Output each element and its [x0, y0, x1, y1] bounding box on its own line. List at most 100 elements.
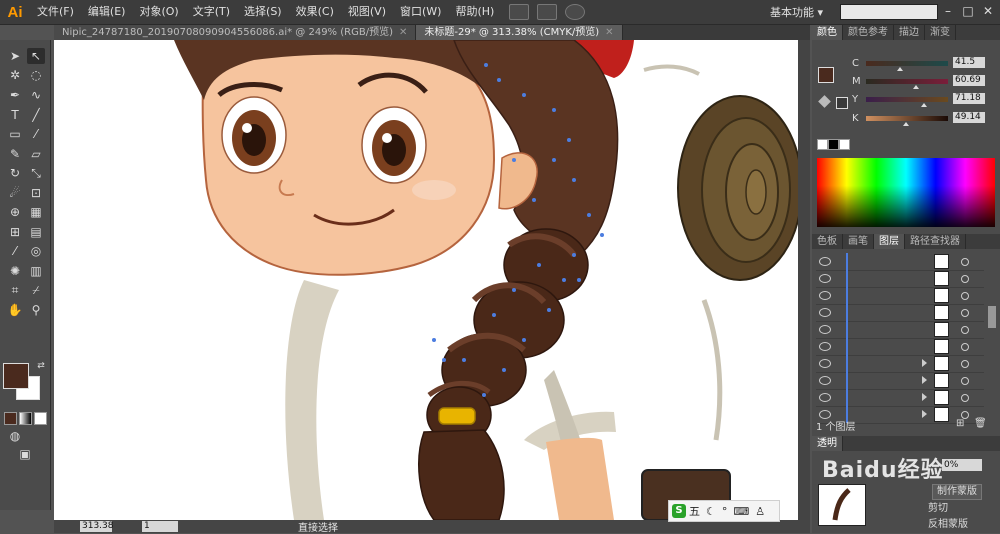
perspective-grid-tool-icon[interactable]: ▦ — [27, 204, 45, 220]
invert-mask-checkbox[interactable]: 反相蒙版 — [924, 518, 972, 532]
slice-tool-icon[interactable]: ⌿ — [27, 282, 45, 298]
tab-color-guide[interactable]: 颜色参考 — [843, 25, 894, 40]
clip-checkbox[interactable]: 剪切 — [924, 502, 952, 516]
tab-brushes[interactable]: 画笔 — [843, 234, 874, 249]
slider-value[interactable]: 71.18 — [953, 93, 985, 104]
tab-pathfinder[interactable]: 路径查找器 — [905, 234, 966, 249]
target-icon[interactable] — [961, 343, 969, 351]
web-safe-swatch[interactable] — [836, 97, 848, 109]
menu-type[interactable]: 文字(T) — [186, 0, 237, 24]
none-swatch[interactable] — [817, 139, 828, 150]
expand-arrow-icon[interactable] — [922, 359, 927, 367]
slider-knob[interactable] — [897, 67, 904, 71]
arrange-documents-icon[interactable] — [537, 4, 558, 20]
minimize-icon[interactable]: – — [940, 3, 956, 19]
tab-transparency[interactable]: 透明 — [812, 436, 843, 451]
artboard-tool-icon[interactable]: ⌗ — [6, 282, 24, 298]
magenta-slider[interactable]: M 60.69 — [852, 75, 997, 89]
document-tab-nipic[interactable]: Nipic_24787180_20190708090904556086.ai* … — [54, 25, 417, 40]
target-icon[interactable] — [961, 326, 969, 334]
layer-row[interactable] — [816, 304, 984, 322]
slider-value[interactable]: 41.5 — [953, 57, 985, 68]
visibility-eye-icon[interactable] — [819, 342, 831, 351]
visibility-eye-icon[interactable] — [819, 376, 831, 385]
current-color-swatch[interactable] — [818, 67, 834, 83]
curvature-tool-icon[interactable]: ∿ — [27, 87, 45, 103]
menu-window[interactable]: 窗口(W) — [393, 0, 448, 24]
opacity-field[interactable]: 0% — [942, 459, 982, 471]
workspace-switcher[interactable]: 基本功能 ▾ — [770, 4, 823, 20]
menu-effect[interactable]: 效果(C) — [289, 0, 341, 24]
maximize-icon[interactable]: □ — [960, 3, 976, 19]
visibility-eye-icon[interactable] — [819, 325, 831, 334]
line-tool-icon[interactable]: ╱ — [27, 107, 45, 123]
artboard-number-field[interactable]: 1 — [142, 521, 178, 532]
hand-tool-icon[interactable]: ✋ — [6, 302, 24, 318]
visibility-eye-icon[interactable] — [819, 308, 831, 317]
color-spectrum[interactable] — [817, 158, 995, 227]
expand-arrow-icon[interactable] — [922, 410, 927, 418]
rotate-tool-icon[interactable]: ↻ — [6, 165, 24, 181]
tab-color[interactable]: 颜色 — [812, 25, 843, 40]
type-tool-icon[interactable]: T — [6, 107, 24, 123]
document-tab-untitled[interactable]: 未标题-29* @ 313.38% (CMYK/预览) ✕ — [416, 25, 623, 40]
visibility-eye-icon[interactable] — [819, 291, 831, 300]
slider-track[interactable] — [866, 79, 948, 84]
symbol-sprayer-tool-icon[interactable]: ✺ — [6, 263, 24, 279]
close-tab-icon[interactable]: ✕ — [605, 27, 613, 38]
ime-user-icon[interactable]: ♙ — [755, 505, 765, 518]
mask-preview-thumbnail[interactable] — [818, 484, 866, 526]
shape-builder-tool-icon[interactable]: ⊕ — [6, 204, 24, 220]
zoom-tool-icon[interactable]: ⚲ — [27, 302, 45, 318]
layer-row[interactable] — [816, 287, 984, 305]
visibility-eye-icon[interactable] — [819, 257, 831, 266]
ime-punct-icon[interactable]: ° — [722, 505, 728, 518]
gradient-tool-icon[interactable]: ▤ — [27, 224, 45, 240]
close-icon[interactable]: ✕ — [980, 3, 996, 19]
mesh-tool-icon[interactable]: ⊞ — [6, 224, 24, 240]
none-mode-icon[interactable] — [34, 412, 47, 425]
target-icon[interactable] — [961, 377, 969, 385]
layer-row[interactable] — [816, 338, 984, 356]
slider-knob[interactable] — [903, 122, 910, 126]
pencil-tool-icon[interactable]: ✎ — [6, 146, 24, 162]
eraser-tool-icon[interactable]: ▱ — [27, 146, 45, 162]
slider-knob[interactable] — [921, 103, 928, 107]
menu-file[interactable]: 文件(F) — [30, 0, 81, 24]
magic-wand-tool-icon[interactable]: ✲ — [6, 67, 24, 83]
scale-tool-icon[interactable]: ⤡ — [27, 165, 45, 181]
layer-row[interactable] — [816, 389, 984, 407]
color-mode-icon[interactable] — [4, 412, 17, 425]
cyan-slider[interactable]: C 41.5 — [852, 57, 997, 71]
ime-keyboard-icon[interactable]: ⌨ — [733, 505, 749, 518]
search-input[interactable] — [840, 4, 938, 20]
drawing-modes-icon[interactable]: ◍ — [6, 428, 24, 444]
expand-arrow-icon[interactable] — [922, 376, 927, 384]
direct-selection-tool-icon[interactable]: ↖ — [27, 48, 45, 64]
black-slider[interactable]: K 49.14 — [852, 112, 997, 126]
artboard-canvas[interactable] — [54, 40, 810, 520]
yellow-slider[interactable]: Y 71.18 — [852, 93, 997, 107]
layers-scrollbar[interactable] — [988, 306, 996, 328]
target-icon[interactable] — [961, 360, 969, 368]
layer-row[interactable] — [816, 355, 984, 373]
layer-row[interactable] — [816, 270, 984, 288]
black-swatch[interactable] — [828, 139, 839, 150]
new-layer-icon[interactable]: ⊞ — [956, 418, 964, 429]
column-graph-tool-icon[interactable]: ▥ — [27, 263, 45, 279]
warp-tool-icon[interactable]: ☄ — [6, 185, 24, 201]
slider-track[interactable] — [866, 97, 948, 102]
menu-edit[interactable]: 编辑(E) — [81, 0, 133, 24]
fill-swatch[interactable] — [3, 363, 29, 389]
slider-track[interactable] — [866, 61, 948, 66]
expand-arrow-icon[interactable] — [922, 393, 927, 401]
ime-moon-icon[interactable]: ☾ — [706, 505, 716, 518]
layer-row[interactable] — [816, 321, 984, 339]
target-icon[interactable] — [961, 394, 969, 402]
screen-mode-icon[interactable]: ▣ — [16, 446, 34, 462]
tab-gradient[interactable]: 渐变 — [925, 25, 956, 40]
make-mask-button[interactable]: 制作蒙版 — [932, 484, 982, 500]
slider-track[interactable] — [866, 116, 948, 121]
layer-row[interactable] — [816, 372, 984, 390]
menu-view[interactable]: 视图(V) — [341, 0, 393, 24]
